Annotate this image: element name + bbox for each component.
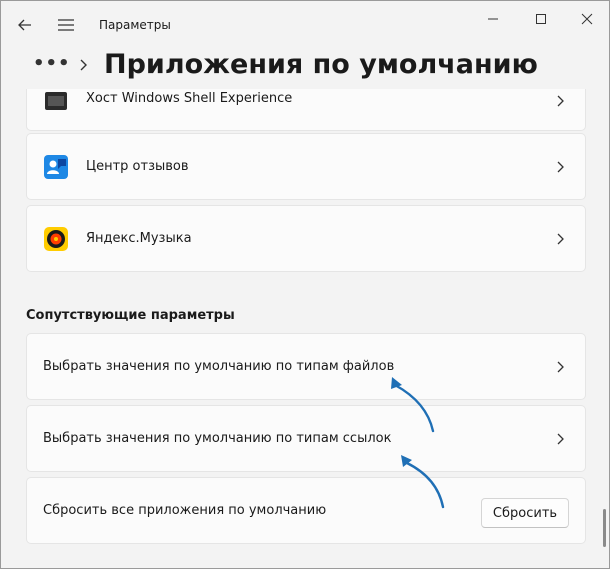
app-label: Хост Windows Shell Experience bbox=[86, 91, 293, 106]
chevron-right-icon bbox=[557, 361, 564, 373]
chevron-right-icon bbox=[557, 95, 564, 107]
section-title-related: Сопутствующие параметры bbox=[26, 308, 235, 323]
link-label: Выбрать значения по умолчанию по типам с… bbox=[43, 431, 392, 446]
app-item-feedback-hub[interactable]: Центр отзывов bbox=[26, 133, 586, 200]
chevron-right-icon bbox=[557, 433, 564, 445]
link-type-defaults-link[interactable]: Выбрать значения по умолчанию по типам с… bbox=[26, 405, 586, 472]
page-header: ••• Приложения по умолчанию bbox=[1, 45, 609, 89]
minimize-icon[interactable] bbox=[481, 9, 505, 29]
reset-defaults-row: Сбросить все приложения по умолчанию Сбр… bbox=[26, 477, 586, 544]
hamburger-menu-icon[interactable] bbox=[57, 17, 75, 33]
feedback-hub-icon bbox=[44, 155, 68, 179]
chevron-right-icon bbox=[557, 233, 564, 245]
link-label: Выбрать значения по умолчанию по типам ф… bbox=[43, 359, 395, 374]
back-arrow-icon[interactable] bbox=[15, 15, 35, 35]
vertical-scrollbar[interactable] bbox=[603, 509, 606, 547]
annotation-arrow-icon bbox=[401, 455, 445, 509]
title-bar: Параметры bbox=[1, 1, 609, 45]
app-item-yandex-music[interactable]: Яндекс.Музыка bbox=[26, 205, 586, 272]
app-label: Центр отзывов bbox=[86, 159, 189, 174]
settings-content: Хост Windows Shell Experience Центр отзы… bbox=[1, 89, 601, 568]
app-item-shell-experience[interactable]: Хост Windows Shell Experience bbox=[26, 89, 586, 131]
chevron-right-icon bbox=[557, 161, 564, 173]
settings-window: Параметры ••• Приложения по умолчанию Хо… bbox=[0, 0, 610, 569]
window-title: Параметры bbox=[99, 18, 171, 32]
page-title: Приложения по умолчанию bbox=[104, 49, 538, 80]
app-label: Яндекс.Музыка bbox=[86, 231, 192, 246]
annotation-arrow-icon bbox=[391, 377, 435, 433]
reset-button[interactable]: Сбросить bbox=[481, 498, 569, 528]
maximize-icon[interactable] bbox=[529, 9, 553, 29]
file-type-defaults-link[interactable]: Выбрать значения по умолчанию по типам ф… bbox=[26, 333, 586, 400]
breadcrumb-chevron-icon bbox=[80, 59, 87, 71]
close-icon[interactable] bbox=[575, 9, 599, 29]
shell-experience-icon bbox=[45, 92, 67, 110]
breadcrumb-more-button[interactable]: ••• bbox=[33, 53, 71, 74]
yandex-music-icon bbox=[44, 227, 68, 251]
reset-label: Сбросить все приложения по умолчанию bbox=[43, 503, 327, 518]
